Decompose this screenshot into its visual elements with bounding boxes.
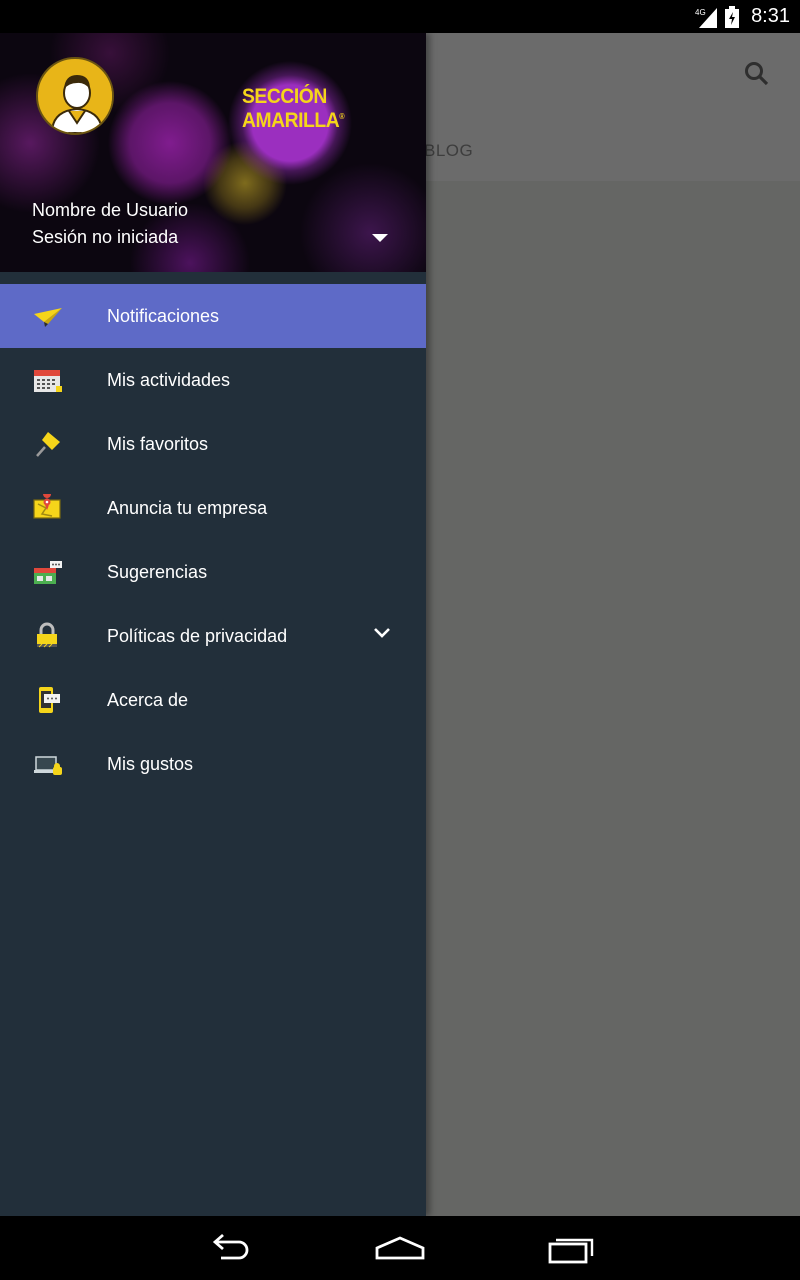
drawer-menu: Notificaciones Mis actividades Mis favor…	[0, 284, 426, 796]
navigation-drawer: SECCIÓN AMARILLA® Nombre de Usuario Sesi…	[0, 33, 426, 1216]
user-status: Sesión no iniciada	[32, 227, 179, 247]
lock-icon	[32, 622, 64, 650]
phone-chat-icon	[32, 686, 64, 714]
calendar-icon	[32, 366, 64, 394]
search-icon[interactable]	[744, 61, 770, 92]
menu-item-mis-actividades[interactable]: Mis actividades	[0, 348, 426, 412]
pin-icon	[32, 430, 64, 458]
menu-item-acerca-de[interactable]: Acerca de	[0, 668, 426, 732]
menu-label: Sugerencias	[107, 561, 208, 582]
menu-label: Notificaciones	[107, 305, 220, 326]
clock: 8:31	[751, 5, 790, 27]
brand-logo: SECCIÓN AMARILLA®	[242, 85, 345, 132]
chevron-down-icon[interactable]	[372, 626, 392, 645]
signal-4g-icon: 4G	[695, 7, 718, 28]
system-nav-bar	[0, 1216, 800, 1280]
battery-icon	[725, 5, 740, 28]
menu-label: Anuncia tu empresa	[107, 497, 268, 518]
recents-icon[interactable]	[546, 1230, 598, 1271]
account-dropdown-icon[interactable]	[370, 231, 390, 245]
menu-label: Mis gustos	[107, 753, 194, 774]
back-icon[interactable]	[205, 1230, 253, 1271]
user-name: Nombre de Usuario	[32, 200, 189, 220]
menu-item-politicas-de-privacidad[interactable]: Políticas de privacidad	[0, 604, 426, 668]
menu-item-anuncia-tu-empresa[interactable]: Anuncia tu empresa	[0, 476, 426, 540]
status-icons: 4G 8:31	[695, 0, 790, 33]
avatar[interactable]	[36, 57, 114, 135]
drawer-header: SECCIÓN AMARILLA® Nombre de Usuario Sesi…	[0, 33, 426, 272]
map-icon	[32, 490, 64, 522]
home-icon[interactable]	[374, 1230, 426, 1271]
menu-label: Mis actividades	[107, 369, 231, 390]
tab-blog[interactable]: BLOG	[424, 141, 473, 161]
store-icon	[32, 558, 64, 586]
menu-item-mis-favoritos[interactable]: Mis favoritos	[0, 412, 426, 476]
user-silhouette-icon	[40, 61, 112, 133]
menu-item-notificaciones[interactable]: Notificaciones	[0, 284, 426, 348]
brand-logo-text: SECCIÓN AMARILLA	[242, 85, 340, 132]
menu-label: Acerca de	[107, 689, 189, 710]
menu-item-sugerencias[interactable]: Sugerencias	[0, 540, 426, 604]
svg-text:4G: 4G	[695, 8, 706, 17]
laptop-icon	[32, 750, 64, 778]
menu-label: Mis favoritos	[107, 433, 209, 454]
paper-plane-icon	[32, 302, 64, 330]
status-bar: 4G 8:31	[0, 0, 800, 33]
menu-item-mis-gustos[interactable]: Mis gustos	[0, 732, 426, 796]
menu-label: Políticas de privacidad	[107, 625, 288, 646]
